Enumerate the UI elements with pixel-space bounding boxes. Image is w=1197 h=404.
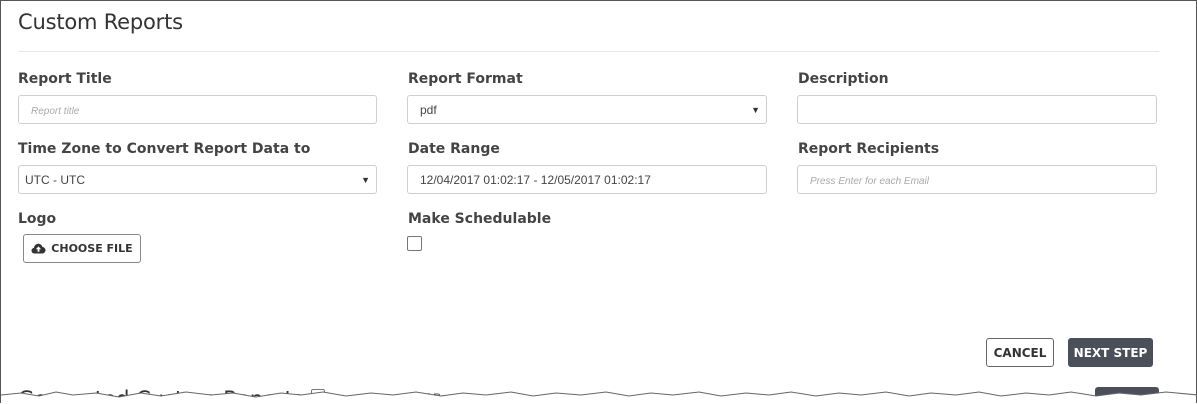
report-format-value: pdf [420, 102, 437, 117]
date-range-input[interactable] [407, 165, 767, 194]
report-format-label: Report Format [408, 71, 523, 87]
report-recipients-label: Report Recipients [798, 141, 940, 157]
caret-down-icon: ▼ [361, 175, 370, 185]
time-zone-value: UTC - UTC [25, 172, 85, 187]
cloud-upload-icon [31, 243, 46, 254]
custom-reports-panel: Custom Reports Report Title Report Forma… [0, 0, 1197, 403]
time-zone-label: Time Zone to Convert Report Data to [18, 141, 311, 157]
report-format-select[interactable]: pdf ▼ [407, 95, 767, 124]
date-range-label: Date Range [408, 141, 500, 157]
page-title: Custom Reports [18, 10, 183, 34]
title-divider [18, 51, 1159, 52]
description-label: Description [798, 71, 889, 87]
caret-down-icon: ▼ [751, 105, 760, 115]
description-input[interactable] [797, 95, 1157, 124]
next-step-button[interactable]: NEXT STEP [1068, 338, 1153, 367]
logo-label: Logo [18, 211, 57, 227]
choose-file-label: CHOOSE FILE [51, 242, 133, 255]
report-title-input[interactable] [18, 95, 377, 124]
make-schedulable-checkbox[interactable] [407, 236, 422, 251]
torn-edge [1, 391, 1196, 403]
time-zone-select[interactable]: UTC - UTC ▼ [18, 165, 377, 194]
report-recipients-input[interactable] [797, 165, 1157, 194]
choose-file-button[interactable]: CHOOSE FILE [23, 234, 141, 263]
cancel-button[interactable]: CANCEL [986, 338, 1054, 367]
report-title-label: Report Title [18, 71, 112, 87]
make-schedulable-label: Make Schedulable [408, 211, 552, 227]
